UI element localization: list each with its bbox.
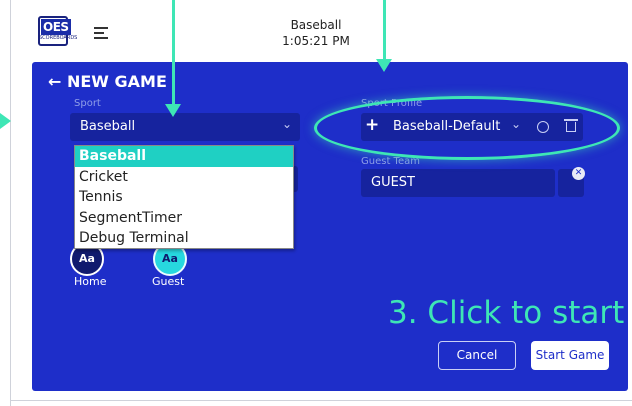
sport-profile-label: Sport Profile (361, 98, 423, 109)
add-profile-icon[interactable]: + (365, 115, 379, 135)
start-game-button[interactable]: Start Game (531, 341, 609, 370)
sport-profile-select[interactable]: + Baseball-Default ⌄ (361, 113, 583, 141)
guest-team-input[interactable]: GUEST (361, 169, 555, 197)
home-avatar-caption: Home (74, 275, 107, 288)
frame-left-border (10, 0, 11, 406)
guest-team-value: GUEST (371, 175, 415, 190)
dropdown-option-debug-terminal[interactable]: Debug Terminal (75, 228, 293, 249)
annotation-arrow-side (0, 113, 11, 129)
view-profile-icon[interactable] (537, 121, 549, 133)
annotation-arrow-profile-line (383, 0, 386, 60)
annotation-arrow-sport-head (165, 104, 181, 117)
header-clock: 1:05:21 PM (282, 34, 350, 48)
dropdown-option-baseball[interactable]: Baseball (75, 146, 293, 167)
frame-bottom-border (10, 400, 632, 401)
header-title: Baseball (290, 18, 342, 32)
cancel-button[interactable]: Cancel (438, 341, 516, 370)
annotation-arrow-sport-line (172, 0, 175, 106)
chevron-down-icon: ⌄ (281, 117, 292, 131)
click-to-start-annotation: 3. Click to start (388, 295, 625, 331)
dropdown-option-segmenttimer[interactable]: SegmentTimer (75, 208, 293, 229)
guest-avatar-caption: Guest (152, 275, 185, 288)
sport-dropdown: Baseball Cricket Tennis SegmentTimer Deb… (74, 145, 294, 249)
chevron-down-icon[interactable]: ⌄ (511, 117, 521, 131)
new-game-title[interactable]: ← NEW GAME (48, 72, 167, 91)
guest-team-label: Guest Team (361, 156, 420, 167)
sport-select[interactable]: Baseball ⌄ (70, 113, 300, 141)
dropdown-option-tennis[interactable]: Tennis (75, 187, 293, 208)
sport-profile-value: Baseball-Default (393, 119, 501, 134)
dropdown-option-cricket[interactable]: Cricket (75, 167, 293, 188)
sport-select-value: Baseball (80, 119, 136, 134)
sport-label: Sport (74, 98, 101, 109)
annotation-arrow-profile-head (376, 59, 392, 72)
clear-icon[interactable]: ✕ (572, 167, 585, 180)
trash-icon[interactable] (564, 119, 578, 132)
